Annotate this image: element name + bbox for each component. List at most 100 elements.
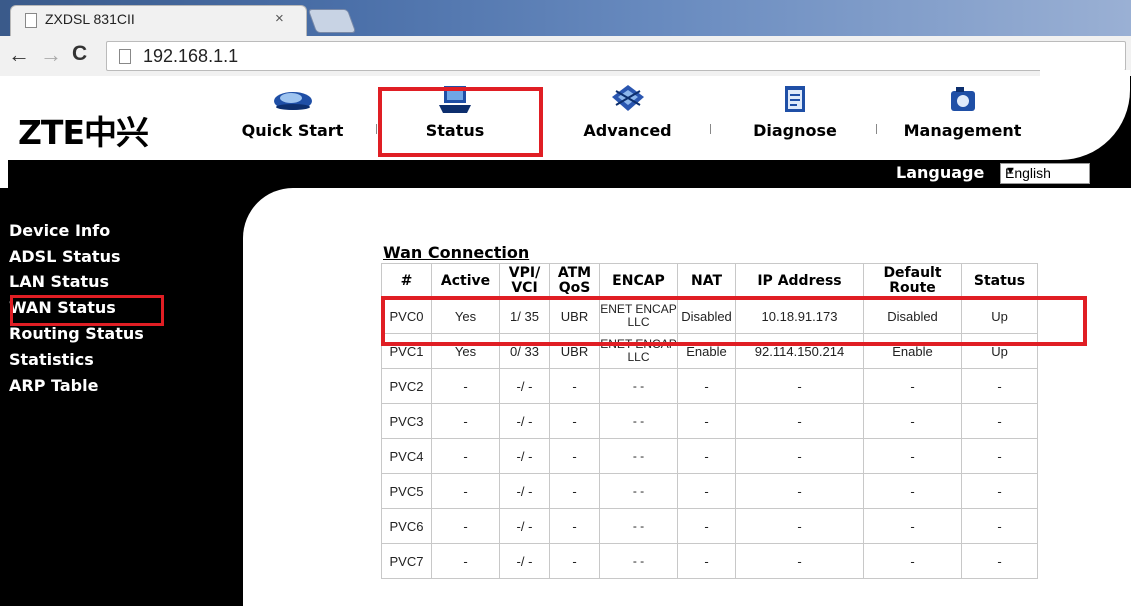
table-row: PVC7- -/ --- ----- xyxy=(381,543,1038,579)
nav-label: Management xyxy=(903,121,1022,140)
table-cell: - xyxy=(961,508,1038,544)
table-cell: - xyxy=(549,368,600,404)
table-cell: - xyxy=(431,368,500,404)
language-label: Language xyxy=(896,163,985,182)
table-cell: - xyxy=(961,368,1038,404)
table-cell: -/ - xyxy=(499,473,550,509)
browser-tabbar: ZXDSL 831CII × xyxy=(0,0,1131,37)
camera-icon xyxy=(950,87,975,111)
browser-tab[interactable]: ZXDSL 831CII × xyxy=(10,5,307,37)
clipboard-icon xyxy=(785,86,805,112)
table-row: PVC3- -/ --- ----- xyxy=(381,403,1038,439)
table-cell: - xyxy=(549,543,600,579)
nav-advanced[interactable]: Advanced xyxy=(570,83,685,141)
table-cell: - xyxy=(735,543,864,579)
tab-title: ZXDSL 831CII xyxy=(45,11,135,27)
document-icon xyxy=(25,13,37,28)
sidebar-item-adsl-status[interactable]: ADSL Status xyxy=(9,247,120,266)
table-cell: - xyxy=(431,508,500,544)
table-cell: PVC5 xyxy=(381,473,432,509)
sidebar-item-routing-status[interactable]: Routing Status xyxy=(9,324,144,343)
nav-management[interactable]: Management xyxy=(895,83,1030,141)
table-cell: - xyxy=(863,543,962,579)
table-cell: - xyxy=(961,543,1038,579)
table-cell: PVC2 xyxy=(381,368,432,404)
nav-label: Quick Start xyxy=(241,121,344,140)
reload-icon[interactable]: C xyxy=(72,42,87,66)
table-cell: - - xyxy=(599,403,678,439)
table-cell: - xyxy=(863,403,962,439)
table-cell: - - xyxy=(599,543,678,579)
table-cell: - xyxy=(961,438,1038,474)
table-cell: - xyxy=(431,403,500,439)
table-cell: PVC6 xyxy=(381,508,432,544)
close-tab-icon[interactable]: × xyxy=(275,10,284,27)
url-input[interactable]: 192.168.1.1 xyxy=(106,41,1126,71)
column-header: Default Route xyxy=(863,263,962,299)
column-header: ATM QoS xyxy=(549,263,600,299)
nav-diagnose[interactable]: Diagnose xyxy=(740,83,850,141)
nav-separator xyxy=(376,124,377,134)
table-cell: - xyxy=(549,508,600,544)
table-header-row: # Active VPI/ VCI ATM QoS ENCAP NAT IP A… xyxy=(381,263,1038,299)
table-cell: - xyxy=(677,368,736,404)
left-edge-mark xyxy=(0,160,8,188)
table-cell: - - xyxy=(599,368,678,404)
sidebar-item-arp-table[interactable]: ARP Table xyxy=(9,376,98,395)
table-cell: - xyxy=(677,438,736,474)
forward-arrow-icon[interactable]: → xyxy=(40,42,62,68)
table-cell: - - xyxy=(599,438,678,474)
column-header: IP Address xyxy=(735,263,864,299)
table-cell: - xyxy=(549,438,600,474)
column-header: Active xyxy=(431,263,500,299)
table-cell: - xyxy=(677,508,736,544)
wan-connection-title: Wan Connection xyxy=(383,243,530,262)
table-cell: - xyxy=(431,438,500,474)
table-cell: - xyxy=(677,403,736,439)
status-highlight-box xyxy=(378,87,543,157)
wan-status-highlight-box xyxy=(10,295,164,326)
table-cell: - xyxy=(677,473,736,509)
nav-label: Advanced xyxy=(583,121,672,140)
column-header: VPI/ VCI xyxy=(499,263,550,299)
table-cell: PVC3 xyxy=(381,403,432,439)
nav-separator xyxy=(876,124,877,134)
table-cell: - xyxy=(431,473,500,509)
column-header: ENCAP xyxy=(599,263,678,299)
table-cell: - xyxy=(735,508,864,544)
table-cell: -/ - xyxy=(499,403,550,439)
column-header: NAT xyxy=(677,263,736,299)
router-header: ZTE中兴 Quick Start Status Advanced Diagno… xyxy=(0,76,1131,160)
table-cell: -/ - xyxy=(499,508,550,544)
table-cell: PVC4 xyxy=(381,438,432,474)
car-icon xyxy=(273,92,312,110)
new-tab-button[interactable] xyxy=(307,9,357,33)
chip-icon xyxy=(611,85,644,111)
table-cell: - xyxy=(431,543,500,579)
sidebar-item-statistics[interactable]: Statistics xyxy=(9,350,94,369)
table-cell: PVC7 xyxy=(381,543,432,579)
language-select[interactable]: English ▼ xyxy=(1000,163,1090,184)
table-cell: - xyxy=(549,403,600,439)
sidebar-item-device-info[interactable]: Device Info xyxy=(9,221,110,240)
column-header: Status xyxy=(961,263,1038,299)
address-bar: ← → C 192.168.1.1 xyxy=(0,36,1131,77)
table-row: PVC5- -/ --- ----- xyxy=(381,473,1038,509)
table-cell: -/ - xyxy=(499,368,550,404)
nav-label: Diagnose xyxy=(753,121,837,140)
table-row: PVC4- -/ --- ----- xyxy=(381,438,1038,474)
back-arrow-icon[interactable]: ← xyxy=(8,42,30,68)
table-cell: - xyxy=(863,473,962,509)
zte-logo: ZTE中兴 xyxy=(18,113,149,152)
nav-quick-start[interactable]: Quick Start xyxy=(235,83,350,141)
table-cell: - xyxy=(735,403,864,439)
column-header: # xyxy=(381,263,432,299)
table-cell: -/ - xyxy=(499,438,550,474)
dropdown-arrow-icon: ▼ xyxy=(1005,165,1016,177)
table-cell: - xyxy=(735,368,864,404)
table-cell: - - xyxy=(599,473,678,509)
table-cell: - xyxy=(677,543,736,579)
page-icon xyxy=(119,49,131,64)
table-cell: - xyxy=(549,473,600,509)
sidebar-item-lan-status[interactable]: LAN Status xyxy=(9,272,109,291)
